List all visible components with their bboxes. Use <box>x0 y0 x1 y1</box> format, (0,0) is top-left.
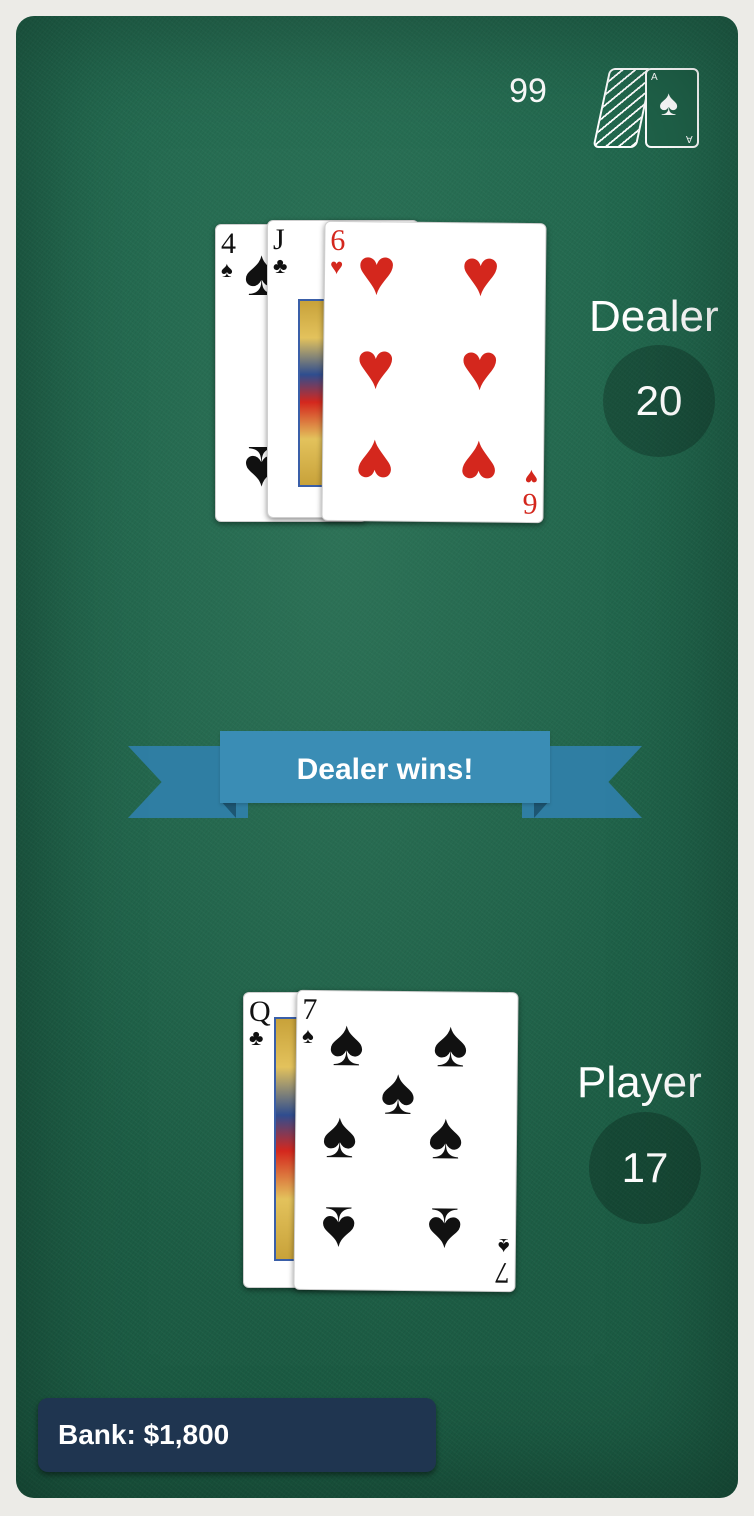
card-deck-icon: A ♠ A <box>645 68 699 148</box>
card-rank: 4 <box>221 227 236 260</box>
spade-icon: ♠ <box>321 1097 358 1172</box>
club-icon: ♣ <box>249 1025 264 1050</box>
card-rank: J <box>273 223 285 256</box>
result-banner: Dealer wins! <box>220 731 550 803</box>
bank-balance: Bank: $1,800 <box>38 1398 436 1472</box>
card-rank: Q <box>249 995 271 1028</box>
spade-icon: ♠ <box>221 257 233 282</box>
card-rank: 7 <box>302 992 318 1027</box>
spade-icon: ♠ <box>498 1233 511 1260</box>
heart-icon: ♥ <box>354 426 395 501</box>
dealer-card-3: 6 ♥ ♥ ♥ ♥ ♥ ♥ ♥ ♥ 6 <box>321 220 547 524</box>
card-rank: 7 <box>494 1255 510 1290</box>
deck-remaining-count: 99 <box>509 72 547 110</box>
club-icon: ♣ <box>273 253 288 278</box>
spade-icon: ♠ <box>659 82 679 123</box>
heart-icon: ♥ <box>524 464 539 491</box>
player-label: Player <box>577 1058 702 1107</box>
player-score: 17 <box>589 1112 701 1224</box>
heart-icon: ♥ <box>355 328 396 403</box>
app-frame: 99 A ♠ A 4 ♠ ♠ ♠ J ♣ 6 ♥ ♥ ♥ ♥ ♥ ♥ ♥ ♥ 6… <box>0 0 754 1516</box>
card-rank: 6 <box>522 486 538 521</box>
card-rank: 6 <box>330 223 346 258</box>
heart-icon: ♥ <box>460 235 501 310</box>
blackjack-table: 99 A ♠ A 4 ♠ ♠ ♠ J ♣ 6 ♥ ♥ ♥ ♥ ♥ ♥ ♥ ♥ 6… <box>16 16 738 1498</box>
heart-icon: ♥ <box>329 253 344 280</box>
spade-icon: ♠ <box>426 1194 463 1269</box>
dealer-label: Dealer <box>589 292 719 341</box>
heart-icon: ♥ <box>458 427 499 502</box>
heart-icon: ♥ <box>459 329 500 404</box>
spade-icon: ♠ <box>301 1022 314 1049</box>
heart-icon: ♥ <box>356 234 397 309</box>
spade-icon: ♠ <box>432 1006 469 1081</box>
player-card-2: 7 ♠ ♠ ♠ ♠ ♠ ♠ ♠ ♠ ♠ 7 <box>293 989 519 1293</box>
spade-icon: ♠ <box>320 1193 357 1268</box>
dealer-score: 20 <box>603 345 715 457</box>
spade-icon: ♠ <box>328 1005 365 1080</box>
spade-icon: ♠ <box>380 1053 416 1129</box>
spade-icon: ♠ <box>427 1098 464 1173</box>
